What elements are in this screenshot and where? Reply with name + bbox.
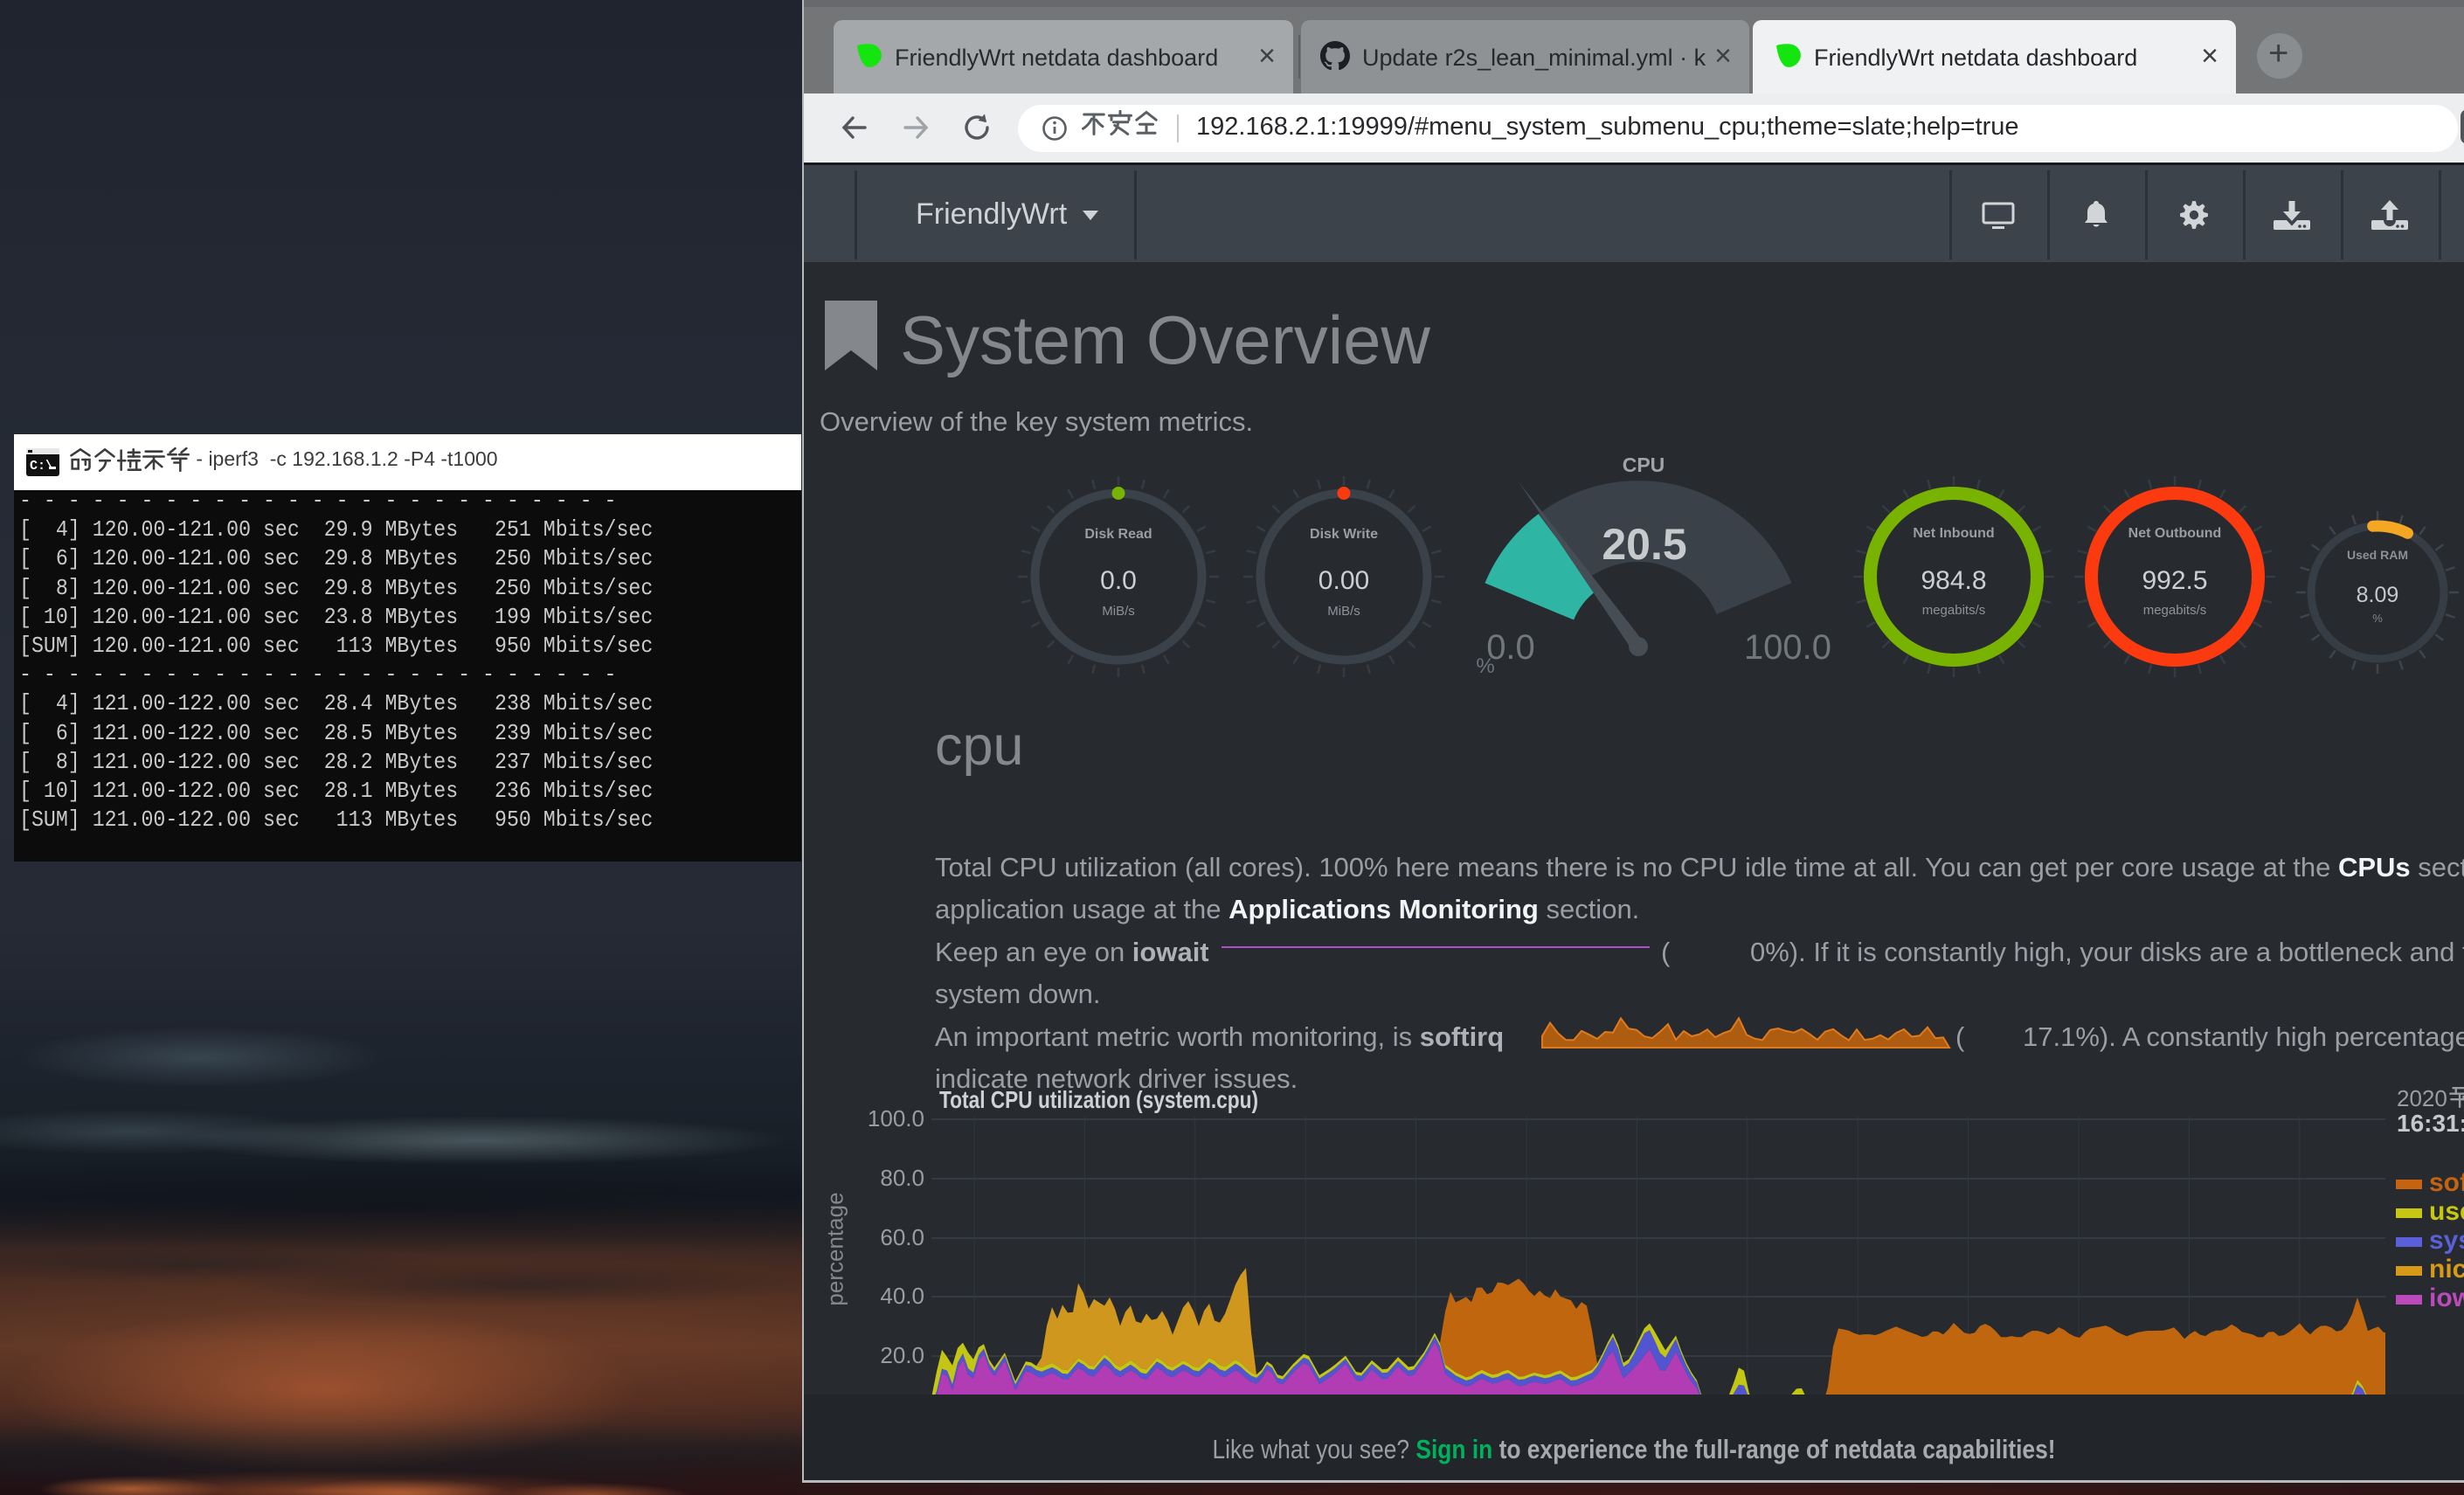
svg-text:%: % [2372,612,2383,625]
svg-text:Used RAM: Used RAM [2347,548,2408,562]
svg-text:992.5: 992.5 [2142,566,2207,595]
svg-text:Net Outbound: Net Outbound [2128,526,2222,541]
svg-text:Net Inbound: Net Inbound [1913,526,1994,541]
svg-text:Disk Read: Disk Read [1084,527,1152,542]
svg-text:C:\: C:\ [30,459,53,474]
svg-text:20.5: 20.5 [1602,520,1686,569]
svg-text:0.00: 0.00 [1319,566,1369,595]
svg-text:MiB/s: MiB/s [1327,604,1360,619]
svg-text:%: % [1476,654,1494,678]
svg-text:8.09: 8.09 [2357,583,2399,607]
svg-text:984.8: 984.8 [1921,566,1986,595]
svg-text:CPU: CPU [1623,453,1665,476]
svg-text:megabits/s: megabits/s [2143,603,2207,618]
svg-text:100.0: 100.0 [1744,628,1831,667]
svg-text:Disk Write: Disk Write [1310,527,1378,542]
svg-text:0.0: 0.0 [1100,566,1137,595]
svg-text:megabits/s: megabits/s [1922,603,1986,618]
svg-text:MiB/s: MiB/s [1102,604,1135,619]
